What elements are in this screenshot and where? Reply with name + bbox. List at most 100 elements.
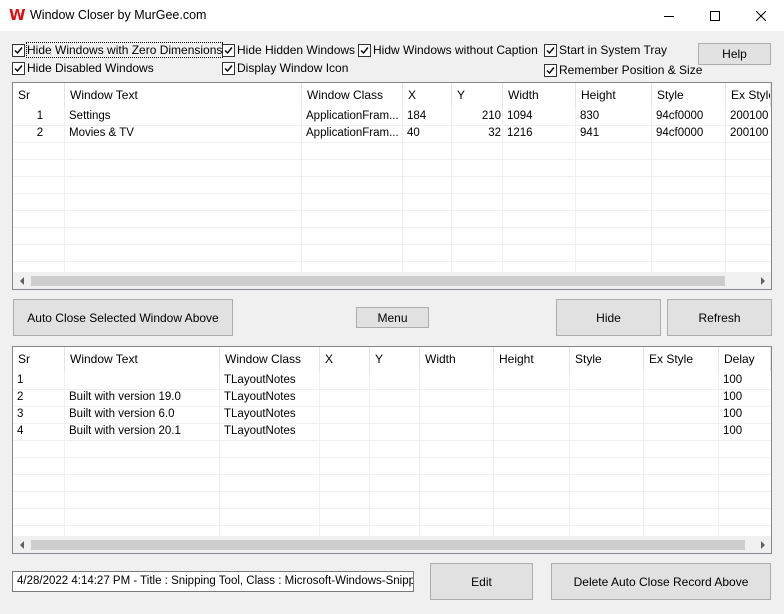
hide-button[interactable]: Hide <box>556 299 661 336</box>
auto-close-selected-button[interactable]: Auto Close Selected Window Above <box>13 299 233 336</box>
grid-column-line <box>369 371 370 537</box>
records-table-hscroll[interactable] <box>13 536 771 553</box>
table-cell[interactable]: 941 <box>580 125 650 142</box>
column-header[interactable]: Sr <box>13 83 65 107</box>
column-header[interactable]: Height <box>576 83 652 107</box>
table-cell[interactable]: Movies & TV <box>69 125 300 142</box>
edit-button[interactable]: Edit <box>430 563 533 600</box>
scroll-right-icon[interactable] <box>754 536 771 553</box>
table-cell[interactable]: TLayoutNotes <box>224 372 318 389</box>
windows-table[interactable]: Sr Window Text Window Class X Y Width Height St… <box>12 82 772 290</box>
table-cell[interactable]: 94cf0000 <box>656 108 724 125</box>
table-cell[interactable]: 40 <box>407 125 450 142</box>
start-in-tray-checkbox[interactable]: Start in System Tray <box>544 42 667 58</box>
maximize-button[interactable] <box>692 0 738 31</box>
windows-table-hscroll[interactable] <box>13 272 771 289</box>
column-header[interactable]: X <box>320 347 370 371</box>
grid-column-line <box>451 107 452 273</box>
grid-column-line <box>725 107 726 273</box>
table-cell[interactable]: 100 <box>723 389 769 406</box>
table-cell[interactable]: 200100 <box>730 108 769 125</box>
table-cell[interactable]: TLayoutNotes <box>224 406 318 423</box>
table-cell[interactable]: 184 <box>407 108 450 125</box>
column-header[interactable]: Ex Style <box>644 347 719 371</box>
table-cell[interactable]: 100 <box>723 406 769 423</box>
table-cell[interactable]: 1 <box>17 108 63 125</box>
remember-position-checkbox[interactable]: Remember Position & Size <box>544 62 702 78</box>
start-in-tray-label: Start in System Tray <box>559 43 668 57</box>
column-header[interactable]: Width <box>503 83 576 107</box>
column-header[interactable]: Window Class <box>220 347 320 371</box>
table-cell[interactable]: ApplicationFram... <box>306 108 401 125</box>
column-header[interactable]: Height <box>494 347 570 371</box>
grid-column-line <box>402 107 403 273</box>
column-header[interactable]: Y <box>452 83 503 107</box>
column-header[interactable]: Y <box>370 347 420 371</box>
checkbox-check-icon <box>12 61 25 75</box>
grid-row-line <box>13 525 771 526</box>
grid-row-line <box>13 244 771 245</box>
display-icon-label: Display Window Icon <box>237 61 349 75</box>
display-icon-checkbox[interactable]: Display Window Icon <box>222 60 348 76</box>
status-text-field[interactable]: 4/28/2022 4:14:27 PM - Title : Snipping … <box>12 571 414 592</box>
auto-close-records-table[interactable]: Sr Window Text Window Class X Y Width Height St… <box>12 346 772 554</box>
delete-record-button[interactable]: Delete Auto Close Record Above <box>551 563 771 600</box>
grid-column-line <box>64 107 65 273</box>
table-cell[interactable]: 4 <box>17 423 63 440</box>
hide-zero-dimensions-checkbox[interactable]: Hide Windows with Zero Dimensions <box>12 42 224 58</box>
close-icon <box>756 10 766 21</box>
table-cell[interactable]: 2 <box>17 389 63 406</box>
column-header[interactable]: Window Text <box>65 83 302 107</box>
refresh-button[interactable]: Refresh <box>667 299 772 336</box>
menu-button[interactable]: Menu <box>356 307 429 328</box>
table-cell[interactable]: 1216 <box>507 125 574 142</box>
scroll-right-icon[interactable] <box>754 272 771 289</box>
column-header[interactable]: Ex Style <box>726 83 771 107</box>
table-cell[interactable]: 100 <box>723 423 769 440</box>
table-cell[interactable]: 32 <box>456 125 501 142</box>
table-cell[interactable]: Built with version 20.1 <box>69 423 218 440</box>
hide-without-caption-checkbox[interactable]: Hidw Windows without Caption <box>358 42 538 58</box>
table-cell[interactable]: TLayoutNotes <box>224 389 318 406</box>
title-bar: W Window Closer by MurGee.com <box>0 0 784 31</box>
scroll-left-icon[interactable] <box>13 536 30 553</box>
column-header[interactable]: Window Class <box>302 83 403 107</box>
table-cell[interactable]: Settings <box>69 108 300 125</box>
grid-row-line <box>13 457 771 458</box>
table-cell[interactable]: 2 <box>17 125 63 142</box>
table-cell[interactable]: 94cf0000 <box>656 125 724 142</box>
grid-column-line <box>319 371 320 537</box>
table-cell[interactable]: 3 <box>17 406 63 423</box>
column-header[interactable]: Sr <box>13 347 65 371</box>
scrollbar-thumb[interactable] <box>31 540 745 550</box>
column-header[interactable]: Width <box>420 347 494 371</box>
help-button[interactable]: Help <box>698 43 771 65</box>
grid-column-line <box>651 107 652 273</box>
column-header[interactable]: Delay <box>719 347 771 371</box>
hide-hidden-checkbox[interactable]: Hide Hidden Windows <box>222 42 355 58</box>
table-cell[interactable]: 830 <box>580 108 650 125</box>
grid-row-line <box>13 474 771 475</box>
column-header[interactable]: Style <box>652 83 726 107</box>
column-header[interactable]: X <box>403 83 452 107</box>
table-cell[interactable]: 100 <box>723 372 769 389</box>
table-cell[interactable]: 200100 <box>730 125 769 142</box>
table-cell[interactable]: 1094 <box>507 108 574 125</box>
table-cell[interactable]: ApplicationFram... <box>306 125 401 142</box>
table-cell[interactable]: 1 <box>17 372 63 389</box>
column-header[interactable]: Window Text <box>65 347 220 371</box>
table-cell[interactable]: Built with version 19.0 <box>69 389 218 406</box>
close-button[interactable] <box>738 0 784 31</box>
table-cell[interactable]: TLayoutNotes <box>224 423 318 440</box>
grid-column-line <box>64 371 65 537</box>
scrollbar-thumb[interactable] <box>31 276 725 286</box>
table-cell[interactable]: 210 <box>456 108 501 125</box>
grid-row-line <box>13 261 771 262</box>
grid-row-line <box>13 210 771 211</box>
hide-disabled-checkbox[interactable]: Hide Disabled Windows <box>12 60 154 76</box>
column-header[interactable]: Style <box>570 347 644 371</box>
table-cell[interactable]: Built with version 6.0 <box>69 406 218 423</box>
scroll-left-icon[interactable] <box>13 272 30 289</box>
minimize-button[interactable] <box>646 0 692 31</box>
grid-row-line <box>13 159 771 160</box>
